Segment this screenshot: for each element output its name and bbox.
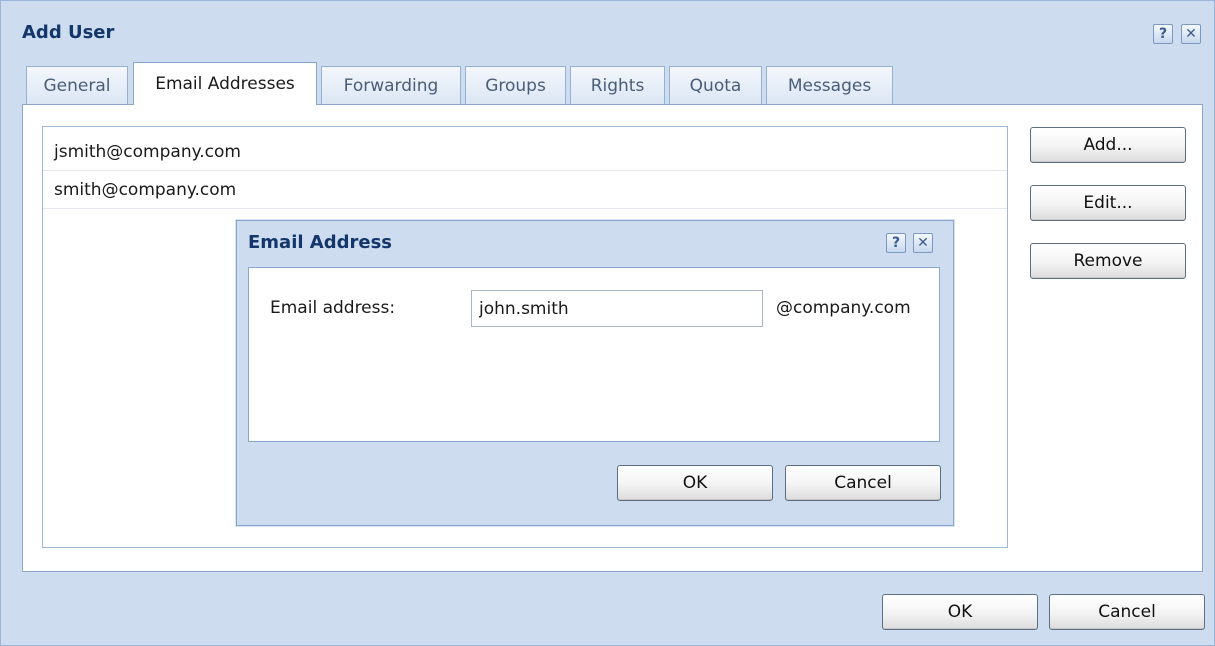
tab-groups[interactable]: Groups	[465, 66, 566, 104]
edit-button[interactable]: Edit...	[1030, 185, 1186, 221]
email-dialog-help-button[interactable]: ?	[886, 233, 906, 253]
tab-general[interactable]: General	[26, 66, 128, 104]
dialog-title: Add User	[22, 22, 115, 43]
email-address-input[interactable]	[471, 290, 763, 327]
email-domain-label: @company.com	[776, 298, 911, 318]
close-button[interactable]: ✕	[1181, 24, 1201, 44]
list-item-label: smith@company.com	[54, 179, 237, 200]
tab-messages[interactable]: Messages	[766, 66, 893, 104]
tab-forwarding[interactable]: Forwarding	[321, 66, 461, 104]
help-button[interactable]: ?	[1153, 24, 1173, 44]
email-dialog-close-button[interactable]: ✕	[913, 233, 933, 253]
email-dialog-title: Email Address	[248, 232, 393, 253]
ok-button[interactable]: OK	[882, 594, 1038, 630]
add-button[interactable]: Add...	[1030, 127, 1186, 163]
tab-email-addresses[interactable]: Email Addresses	[133, 62, 317, 105]
list-item[interactable]: smith@company.com	[43, 171, 1007, 209]
tab-quota[interactable]: Quota	[669, 66, 762, 104]
list-item[interactable]: jsmith@company.com	[43, 133, 1007, 171]
email-dialog-ok-button[interactable]: OK	[617, 465, 773, 501]
cancel-button[interactable]: Cancel	[1049, 594, 1205, 630]
email-address-label: Email address:	[270, 298, 396, 318]
remove-button[interactable]: Remove	[1030, 243, 1186, 279]
email-dialog-cancel-button[interactable]: Cancel	[785, 465, 941, 501]
list-item-label: jsmith@company.com	[54, 141, 241, 162]
tab-rights[interactable]: Rights	[570, 66, 665, 104]
